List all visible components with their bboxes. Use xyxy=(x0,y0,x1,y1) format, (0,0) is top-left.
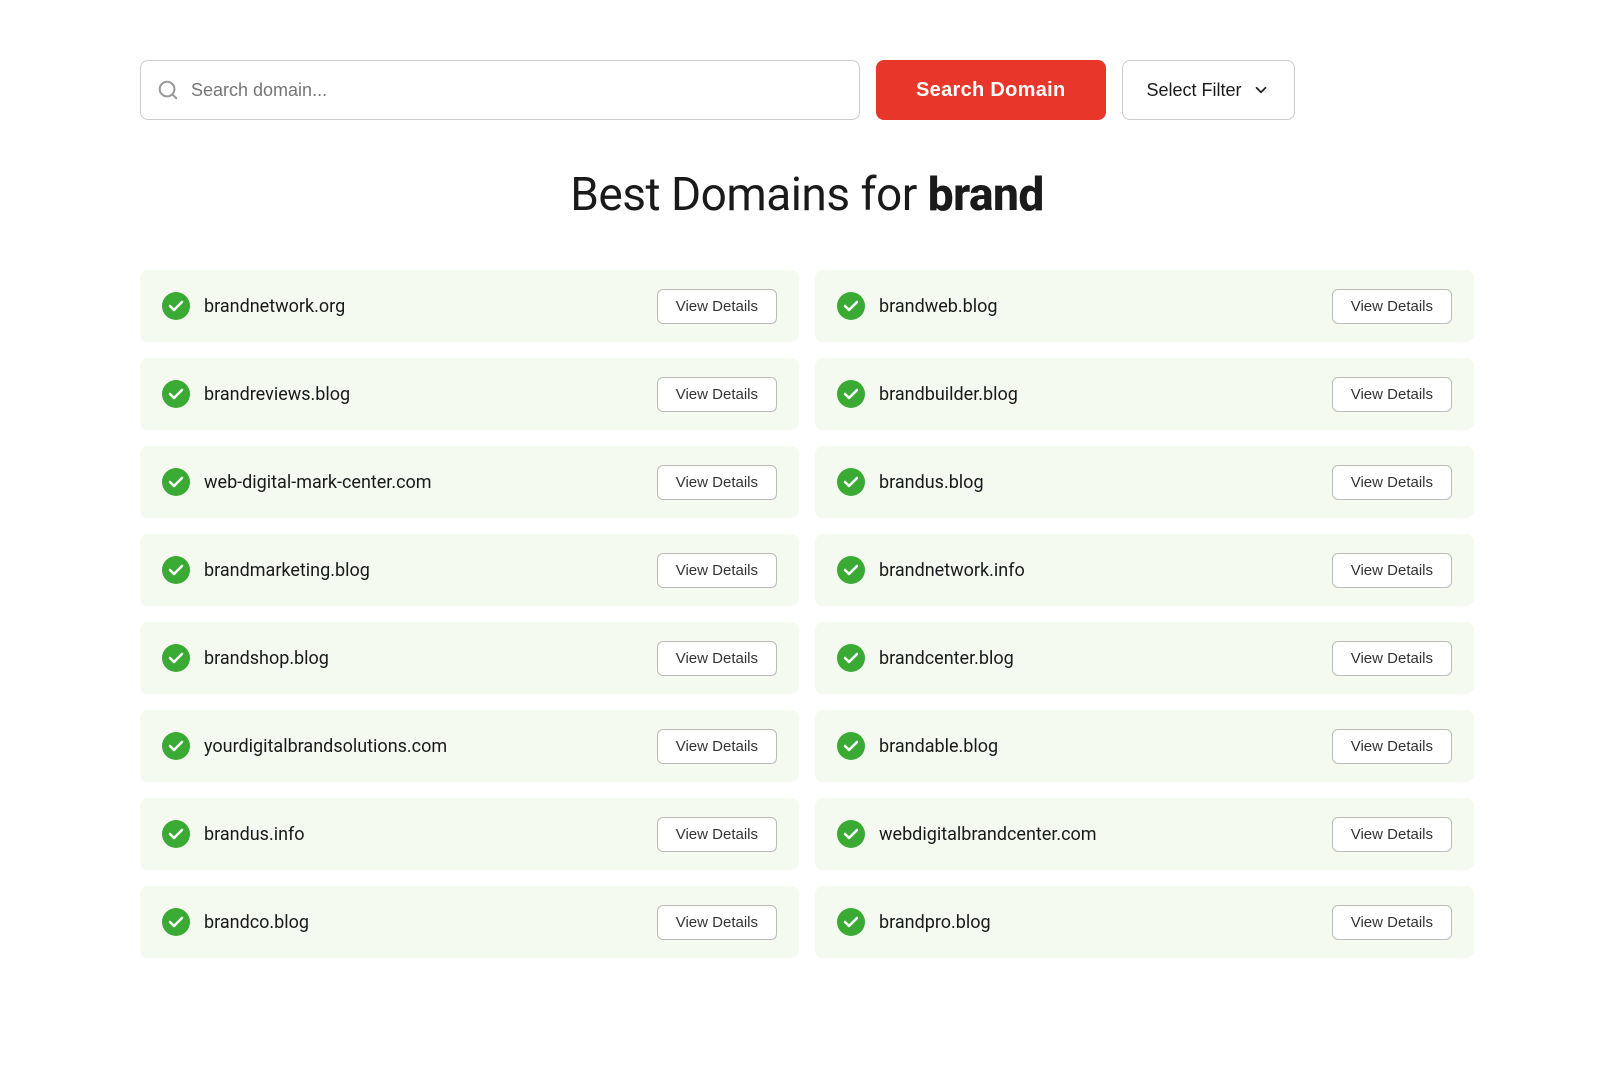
domain-item: yourdigitalbrandsolutions.com View Detail… xyxy=(140,710,799,782)
domain-name: brandshop.blog xyxy=(204,648,329,669)
domain-item: brandpro.blog View Details xyxy=(815,886,1474,958)
title-prefix: Best Domains for xyxy=(570,168,928,222)
domain-item: brandweb.blog View Details xyxy=(815,270,1474,342)
chevron-down-icon xyxy=(1252,81,1270,99)
view-details-button[interactable]: View Details xyxy=(1332,641,1452,676)
view-details-button[interactable]: View Details xyxy=(1332,905,1452,940)
filter-label: Select Filter xyxy=(1147,80,1242,101)
domain-name: web-digital-mark-center.com xyxy=(204,472,432,493)
domain-item: brandreviews.blog View Details xyxy=(140,358,799,430)
domain-item: brandcenter.blog View Details xyxy=(815,622,1474,694)
available-icon xyxy=(162,732,190,760)
view-details-button[interactable]: View Details xyxy=(1332,729,1452,764)
view-details-button[interactable]: View Details xyxy=(1332,289,1452,324)
view-details-button[interactable]: View Details xyxy=(657,729,777,764)
view-details-button[interactable]: View Details xyxy=(657,465,777,500)
search-domain-button[interactable]: Search Domain xyxy=(876,60,1106,120)
view-details-button[interactable]: View Details xyxy=(657,377,777,412)
available-icon xyxy=(837,644,865,672)
available-icon xyxy=(162,380,190,408)
domain-left: brandus.info xyxy=(162,820,305,848)
title-keyword: brand xyxy=(928,168,1044,222)
view-details-button[interactable]: View Details xyxy=(657,553,777,588)
domain-left: brandcenter.blog xyxy=(837,644,1014,672)
domain-item: brandable.blog View Details xyxy=(815,710,1474,782)
available-icon xyxy=(162,908,190,936)
domain-item: brandus.blog View Details xyxy=(815,446,1474,518)
search-input-wrapper: brand xyxy=(140,60,860,120)
domain-left: brandbuilder.blog xyxy=(837,380,1018,408)
view-details-button[interactable]: View Details xyxy=(1332,553,1452,588)
available-icon xyxy=(162,644,190,672)
domain-left: brandpro.blog xyxy=(837,908,991,936)
domain-item: webdigitalbrandcenter.com View Details xyxy=(815,798,1474,870)
domain-item: brandco.blog View Details xyxy=(140,886,799,958)
domain-left: brandmarketing.blog xyxy=(162,556,370,584)
domain-name: brandnetwork.info xyxy=(879,560,1025,581)
domain-name: brandco.blog xyxy=(204,912,309,933)
available-icon xyxy=(162,292,190,320)
domain-item: web-digital-mark-center.com View Details xyxy=(140,446,799,518)
view-details-button[interactable]: View Details xyxy=(1332,465,1452,500)
domain-name: brandbuilder.blog xyxy=(879,384,1018,405)
available-icon xyxy=(837,380,865,408)
available-icon xyxy=(837,908,865,936)
domain-name: brandus.blog xyxy=(879,472,984,493)
domain-name: brandweb.blog xyxy=(879,296,998,317)
domain-name: yourdigitalbrandsolutions.com xyxy=(204,736,447,757)
domain-left: brandnetwork.info xyxy=(837,556,1025,584)
available-icon xyxy=(162,556,190,584)
select-filter-button[interactable]: Select Filter xyxy=(1122,60,1295,120)
domain-left: brandnetwork.org xyxy=(162,292,345,320)
domain-name: brandnetwork.org xyxy=(204,296,345,317)
domain-left: webdigitalbrandcenter.com xyxy=(837,820,1097,848)
domain-name: brandcenter.blog xyxy=(879,648,1014,669)
domain-left: yourdigitalbrandsolutions.com xyxy=(162,732,447,760)
domain-name: brandmarketing.blog xyxy=(204,560,370,581)
available-icon xyxy=(837,820,865,848)
domain-item: brandnetwork.org View Details xyxy=(140,270,799,342)
domain-left: brandshop.blog xyxy=(162,644,329,672)
domain-item: brandmarketing.blog View Details xyxy=(140,534,799,606)
available-icon xyxy=(837,732,865,760)
domain-name: brandus.info xyxy=(204,824,305,845)
view-details-button[interactable]: View Details xyxy=(657,641,777,676)
page-title: Best Domains for brand xyxy=(140,168,1474,222)
search-icon xyxy=(157,79,179,101)
domain-left: brandweb.blog xyxy=(837,292,998,320)
available-icon xyxy=(837,292,865,320)
view-details-button[interactable]: View Details xyxy=(1332,377,1452,412)
domains-grid: brandnetwork.orgView Detailsbrandweb.blo… xyxy=(140,270,1474,958)
domain-left: brandreviews.blog xyxy=(162,380,350,408)
view-details-button[interactable]: View Details xyxy=(1332,817,1452,852)
domain-item: brandnetwork.info View Details xyxy=(815,534,1474,606)
domain-name: brandpro.blog xyxy=(879,912,991,933)
search-bar: brand Search Domain Select Filter xyxy=(140,60,1474,120)
available-icon xyxy=(162,468,190,496)
available-icon xyxy=(162,820,190,848)
domain-name: brandable.blog xyxy=(879,736,998,757)
domain-left: web-digital-mark-center.com xyxy=(162,468,432,496)
view-details-button[interactable]: View Details xyxy=(657,817,777,852)
domain-left: brandable.blog xyxy=(837,732,998,760)
domain-name: brandreviews.blog xyxy=(204,384,350,405)
domain-left: brandco.blog xyxy=(162,908,309,936)
view-details-button[interactable]: View Details xyxy=(657,905,777,940)
available-icon xyxy=(837,556,865,584)
view-details-button[interactable]: View Details xyxy=(657,289,777,324)
available-icon xyxy=(837,468,865,496)
search-input[interactable]: brand xyxy=(191,80,843,101)
domain-left: brandus.blog xyxy=(837,468,984,496)
domain-item: brandus.info View Details xyxy=(140,798,799,870)
domain-name: webdigitalbrandcenter.com xyxy=(879,824,1097,845)
domain-item: brandshop.blog View Details xyxy=(140,622,799,694)
domain-item: brandbuilder.blog View Details xyxy=(815,358,1474,430)
